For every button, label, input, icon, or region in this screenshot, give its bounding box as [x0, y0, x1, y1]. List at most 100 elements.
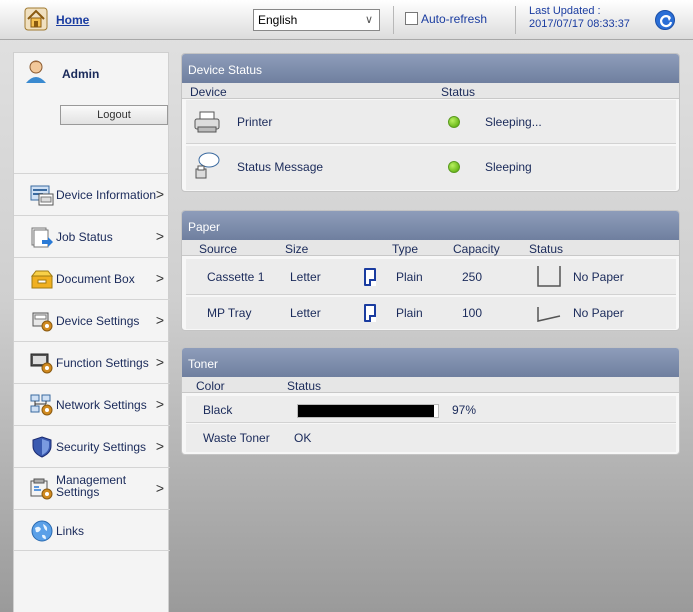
sidebar-item-label: Security Settings [56, 440, 147, 454]
status-message-icon [195, 152, 220, 179]
column-header-color: Color [196, 379, 225, 393]
paper-status: No Paper [573, 270, 624, 284]
status-green-indicator-icon [448, 116, 460, 128]
sidebar-item-label: Device Information [56, 188, 157, 202]
sidebar-item-label: Document Box [56, 272, 135, 286]
sidebar-item-device-information[interactable]: Device Information > [14, 173, 170, 215]
panel-title: Paper [182, 211, 679, 240]
user-avatar-icon [26, 60, 46, 83]
device-information-icon [30, 185, 54, 206]
cassette-empty-icon [537, 266, 561, 287]
last-updated-label: Last Updated : [529, 5, 601, 17]
logout-button[interactable]: Logout [60, 105, 168, 125]
column-header-device: Device [190, 85, 227, 99]
language-select[interactable]: English ∨ [253, 9, 380, 31]
refresh-button[interactable] [655, 10, 675, 30]
paper-panel: Paper Source Size Type Capacity Status C… [181, 210, 680, 331]
paper-type: Plain [396, 306, 423, 320]
sidebar-item-management-settings[interactable]: Management Settings > [14, 467, 170, 509]
sidebar-item-label: Links [56, 524, 85, 538]
paper-size: Letter [290, 270, 321, 284]
chevron-right-icon: > [155, 270, 164, 286]
last-updated: Last Updated : 2017/07/17 08:33:37 [529, 5, 630, 31]
sidebar: Admin Logout Device Information > Job St… [13, 52, 170, 612]
column-header-capacity: Capacity [453, 242, 500, 256]
network-settings-icon [30, 394, 53, 416]
toner-row-black: Black 97% [186, 396, 676, 423]
chevron-down-icon: ∨ [364, 14, 373, 26]
chevron-right-icon: > [155, 354, 164, 370]
toner-panel: Toner Color Status Black 97% Waste Toner… [181, 347, 680, 455]
paper-status: No Paper [573, 306, 624, 320]
last-updated-value: 2017/07/17 08:33:37 [529, 18, 630, 30]
globe-links-icon [31, 520, 53, 542]
management-settings-icon [30, 478, 53, 500]
paper-row-cassette-1: Cassette 1 Letter Plain 250 No Paper [186, 259, 676, 295]
device-name: Status Message [237, 160, 324, 174]
sidebar-item-label: Device Settings [56, 314, 140, 328]
printer-icon [194, 111, 220, 133]
chevron-right-icon: > [155, 228, 164, 244]
chevron-right-icon: > [155, 186, 164, 202]
auto-refresh-checkbox[interactable] [405, 12, 418, 25]
device-row-status-message: Status Message Sleeping [186, 146, 676, 190]
language-value: English [258, 13, 298, 27]
sidebar-item-job-status[interactable]: Job Status > [14, 215, 170, 257]
refresh-icon [659, 15, 673, 28]
toner-row-waste: Waste Toner OK [186, 424, 676, 452]
toner-color: Waste Toner [203, 431, 270, 445]
sidebar-item-label-line2: Settings [56, 485, 100, 499]
divider [515, 6, 516, 34]
paper-size: Letter [290, 306, 321, 320]
auto-refresh-toggle[interactable]: Auto-refresh [405, 12, 487, 30]
column-header-status: Status [287, 379, 322, 393]
home-icon[interactable] [24, 7, 48, 31]
toner-color: Black [203, 403, 233, 417]
paper-source: MP Tray [207, 306, 252, 320]
device-status-value: Sleeping... [485, 115, 542, 129]
sidebar-item-device-settings[interactable]: Device Settings > [14, 299, 170, 341]
shield-icon [32, 436, 52, 458]
toner-status: OK [294, 431, 312, 445]
paper-type: Plain [396, 270, 423, 284]
device-row-printer: Printer Sleeping... [186, 100, 676, 144]
sidebar-item-security-settings[interactable]: Security Settings > [14, 425, 170, 467]
column-header-source: Source [199, 242, 238, 256]
toner-level-bar [297, 404, 439, 418]
column-header-row: Color Status [182, 377, 679, 393]
device-name: Printer [237, 115, 273, 129]
device-settings-icon [32, 312, 53, 332]
status-green-indicator-icon [448, 161, 460, 173]
paper-source: Cassette 1 [207, 270, 265, 284]
column-header-status: Status [529, 242, 564, 256]
column-header-status: Status [441, 85, 476, 99]
divider [393, 6, 394, 34]
sidebar-item-document-box[interactable]: Document Box > [14, 257, 170, 299]
device-status-panel: Device Status Device Status Printer Slee… [181, 53, 680, 192]
column-header-type: Type [392, 242, 419, 256]
sidebar-item-label: Function Settings [56, 356, 149, 370]
panel-title: Toner [182, 348, 679, 377]
chevron-right-icon: > [155, 312, 164, 328]
sidebar-item-links[interactable]: Links [14, 509, 170, 551]
document-box-icon [30, 270, 54, 289]
auto-refresh-label: Auto-refresh [421, 12, 488, 26]
chevron-right-icon: > [155, 438, 164, 454]
paper-sheet-icon [364, 304, 376, 322]
sidebar-item-function-settings[interactable]: Function Settings > [14, 341, 170, 383]
column-header-row: Device Status [182, 83, 679, 99]
sidebar-item-label: Job Status [56, 230, 113, 244]
paper-sheet-icon [364, 268, 376, 286]
panel-title: Device Status [182, 54, 679, 83]
chevron-right-icon: > [155, 396, 164, 412]
home-link[interactable]: Home [56, 13, 89, 27]
mp-tray-empty-icon [537, 307, 561, 322]
column-header-size: Size [285, 242, 309, 256]
top-bar: Home English ∨ Auto-refresh Last Updated… [0, 0, 693, 40]
sidebar-item-network-settings[interactable]: Network Settings > [14, 383, 170, 425]
user-name: Admin [62, 67, 100, 81]
toner-level-fill [298, 405, 434, 417]
toner-percent: 97% [452, 403, 477, 417]
job-status-icon [31, 227, 53, 248]
device-status-value: Sleeping [485, 160, 532, 174]
